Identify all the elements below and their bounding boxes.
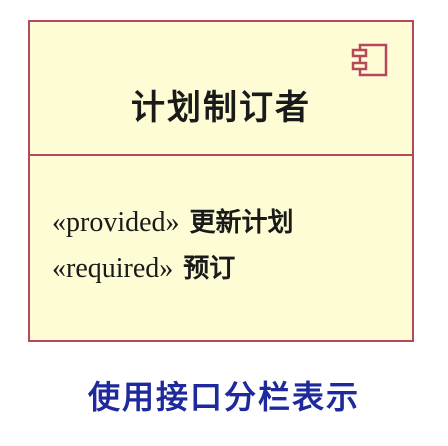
interface-compartment: «provided» 更新计划 «required» 预订 xyxy=(30,156,412,340)
provided-interface: «provided» 更新计划 xyxy=(52,202,294,239)
provided-interface-name: 更新计划 xyxy=(189,208,294,238)
provided-stereotype: «provided» xyxy=(52,207,180,238)
component-box: 计划制订者 «provided» 更新计划 «required» 预订 xyxy=(28,20,414,342)
uml-component-icon xyxy=(351,43,388,77)
diagram-caption: 使用接口分栏表示 xyxy=(87,378,360,416)
component-name: 计划制订者 xyxy=(131,88,311,128)
diagram-canvas: 计划制订者 «provided» 更新计划 «required» 预订 使用接口分栏… xyxy=(0,0,448,446)
required-interface-name: 预订 xyxy=(183,254,236,284)
name-compartment: 计划制订者 xyxy=(30,22,412,156)
required-interface: «required» 预订 xyxy=(52,248,235,285)
required-stereotype: «required» xyxy=(52,253,174,284)
